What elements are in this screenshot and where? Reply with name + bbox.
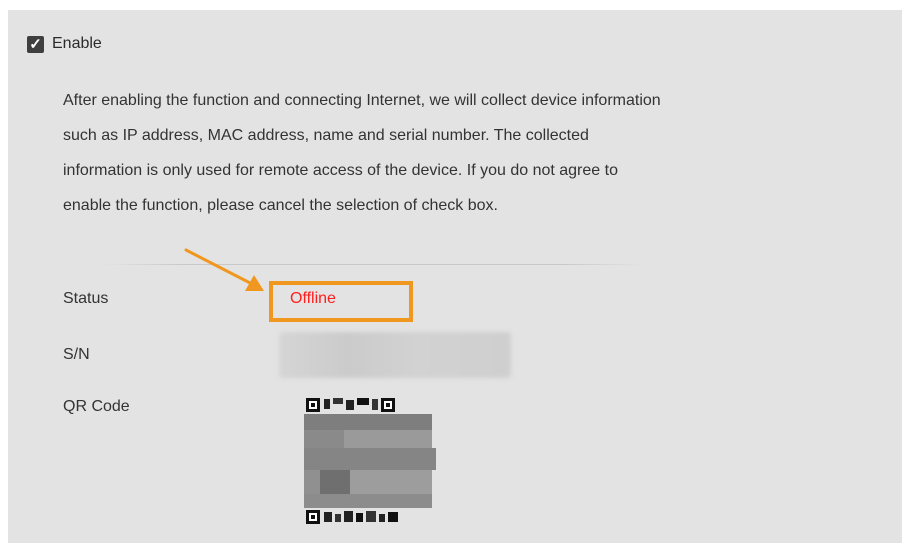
sn-value-redacted	[279, 332, 511, 378]
settings-panel: ✓ Enable After enabling the function and…	[8, 10, 902, 543]
sn-label: S/N	[63, 346, 90, 363]
status-label: Status	[63, 290, 109, 307]
arrow-icon	[184, 248, 264, 291]
qr-code-image	[300, 396, 440, 528]
status-value: Offline	[290, 290, 336, 307]
qr-code-label: QR Code	[63, 398, 130, 415]
